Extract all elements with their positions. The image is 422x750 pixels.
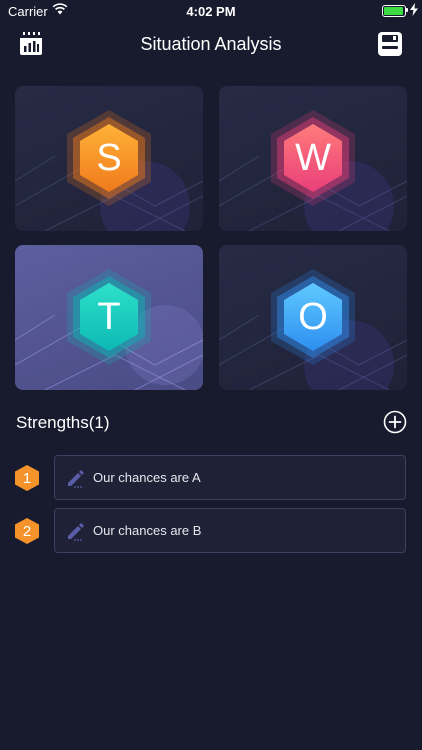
pencil-icon: [68, 470, 84, 488]
battery-level: [384, 7, 403, 15]
hexagon-o: O: [263, 267, 363, 367]
swot-card-strengths[interactable]: S: [15, 86, 203, 231]
hexagon-w: W: [263, 108, 363, 208]
page-title: Situation Analysis: [140, 34, 282, 54]
item-text: Our chances are B: [93, 523, 202, 538]
item-text-field[interactable]: Our chances are B: [54, 508, 406, 553]
swot-card-opportunities[interactable]: O: [219, 245, 407, 390]
list-item: 2 Our chances are B: [0, 508, 422, 553]
swot-card-threats[interactable]: T: [15, 245, 203, 390]
swot-letter-t: T: [97, 295, 121, 338]
hexagon-t: T: [59, 267, 159, 367]
swot-letter-o: O: [298, 295, 328, 338]
save-icon[interactable]: [377, 31, 403, 57]
battery-tip: [406, 8, 408, 12]
swot-letter-s: S: [96, 136, 122, 179]
section-title: Strengths(1): [16, 413, 110, 432]
pencil-icon: [68, 523, 84, 541]
swot-letter-w: W: [295, 136, 331, 179]
hexagon-s: S: [59, 108, 159, 208]
plus-circle-icon[interactable]: [383, 410, 407, 434]
list-item: 1 Our chances are A: [0, 455, 422, 500]
item-number: 2: [22, 522, 32, 540]
swot-card-weaknesses[interactable]: W: [219, 86, 407, 231]
battery-icon: [382, 5, 406, 17]
charging-bolt-icon: [410, 3, 418, 16]
status-bar: Carrier 4:02 PM: [0, 0, 422, 22]
item-text: Our chances are A: [93, 470, 201, 485]
clock: 4:02 PM: [186, 4, 236, 19]
item-number: 1: [22, 469, 32, 487]
navigation-bar: Situation Analysis: [0, 22, 422, 66]
item-text-field[interactable]: Our chances are A: [54, 455, 406, 500]
